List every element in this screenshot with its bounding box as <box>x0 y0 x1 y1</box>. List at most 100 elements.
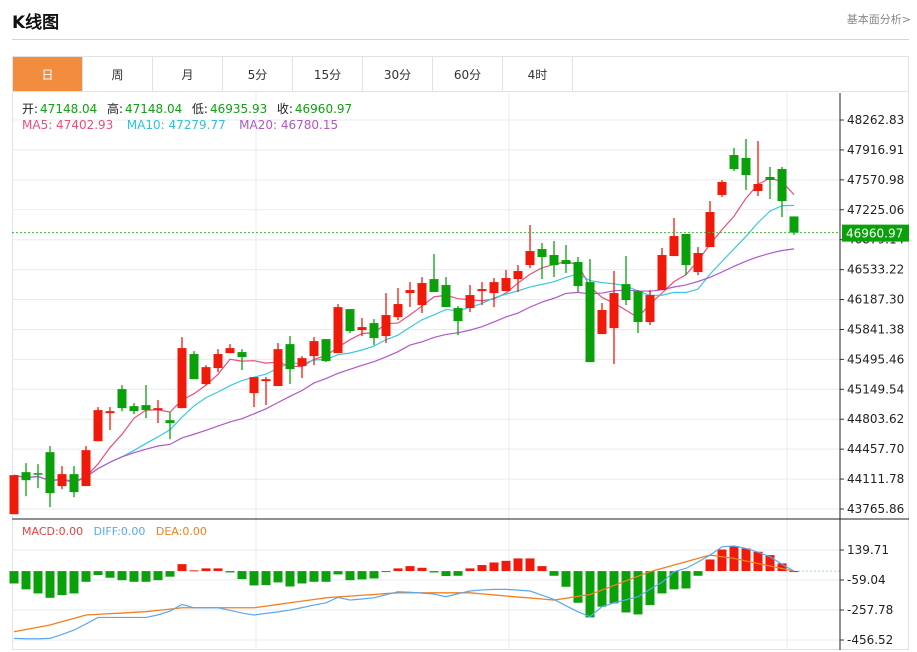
candle-body <box>537 249 547 258</box>
candle <box>369 319 379 346</box>
price-tick-label: 45149.54 <box>847 382 904 396</box>
macd-value: MACD:0.00 <box>22 525 84 538</box>
macd-bar <box>105 571 115 578</box>
candle-body <box>465 295 475 309</box>
macd-bar <box>429 571 439 573</box>
candle-body <box>369 323 379 339</box>
macd-bar <box>213 568 223 572</box>
macd-bar <box>273 571 283 583</box>
candle <box>225 344 235 354</box>
candle-body <box>249 377 259 394</box>
macd-bar <box>309 571 319 582</box>
macd-bar <box>477 565 487 572</box>
candle <box>657 248 667 291</box>
candle <box>669 217 679 257</box>
macd-bar <box>345 571 355 581</box>
candle-body <box>285 344 295 370</box>
candle <box>765 166 775 200</box>
macd-bar <box>621 571 631 613</box>
candle <box>621 256 631 306</box>
macd-bar <box>333 571 343 575</box>
candle-body <box>585 282 595 363</box>
macd-bar <box>705 559 715 572</box>
candle <box>753 141 763 197</box>
price-tick-label: 47225.06 <box>847 203 904 217</box>
ma5-line <box>13 177 795 484</box>
candle <box>21 463 31 497</box>
candle-body <box>501 278 511 292</box>
candle-body <box>705 212 715 248</box>
candle <box>597 303 607 335</box>
macd-bar <box>189 570 199 572</box>
candle <box>177 337 187 409</box>
candle-body <box>45 452 55 494</box>
macd-tick-label: 139.71 <box>847 543 889 557</box>
candle <box>585 259 595 363</box>
candle-body <box>489 282 499 294</box>
candle-body <box>573 262 583 287</box>
macd-bar <box>465 568 475 572</box>
candle-body <box>309 341 319 357</box>
close-label: 收: <box>276 102 293 116</box>
candle-body <box>453 308 463 322</box>
macd-bar <box>297 571 307 584</box>
last-price-label: 46960.97 <box>846 227 903 241</box>
macd-bar <box>33 571 43 594</box>
candle <box>729 148 739 172</box>
macd-bar <box>405 566 415 572</box>
ma20-value: MA20: 46780.15 <box>239 118 339 132</box>
candle <box>165 412 175 440</box>
candle <box>393 288 403 321</box>
candle-body <box>93 410 103 442</box>
low-label: 低: <box>191 102 208 116</box>
macd-bar <box>225 571 235 573</box>
candle <box>513 265 523 293</box>
candle <box>573 257 583 293</box>
candle-body <box>729 155 739 170</box>
macd-bar <box>129 571 139 582</box>
candle <box>45 446 55 508</box>
candle <box>789 216 799 235</box>
ma-info: MA5: 47402.93 MA10: 47279.77 MA20: 46780… <box>22 118 340 132</box>
candle-body <box>561 260 571 265</box>
macd-tick-label: -456.52 <box>847 633 893 647</box>
open-label: 开: <box>22 102 39 116</box>
macd-bar <box>513 558 523 572</box>
kline-chart[interactable]: 48262.8347916.9147570.9847225.0646879.14… <box>0 0 917 652</box>
candle <box>645 290 655 326</box>
candle-body <box>633 291 643 323</box>
candle <box>345 309 355 334</box>
macd-bar <box>453 571 463 576</box>
macd-bar <box>321 571 331 582</box>
candle-body <box>597 310 607 335</box>
candle <box>285 336 295 385</box>
macd-bar <box>261 571 271 586</box>
close-value: 46960.97 <box>294 102 353 116</box>
macd-bar <box>57 571 67 596</box>
candle-body <box>345 309 355 332</box>
price-tick-label: 47570.98 <box>847 173 904 187</box>
candle-body <box>177 348 187 409</box>
macd-info: MACD:0.00 DIFF:0.00 DEA:0.00 <box>22 525 207 538</box>
candle <box>561 245 571 274</box>
candle-body <box>117 389 127 409</box>
candle <box>213 349 223 373</box>
candle <box>741 139 751 190</box>
candle-body <box>429 279 439 293</box>
candle-body <box>141 405 151 411</box>
macd-bar <box>789 571 799 573</box>
macd-bar <box>561 571 571 587</box>
candle-body <box>57 474 67 487</box>
macd-bar <box>141 571 151 582</box>
candle <box>201 365 211 386</box>
macd-bar <box>717 549 727 572</box>
candle <box>489 278 499 308</box>
diff-line <box>13 545 795 640</box>
candle <box>273 343 283 387</box>
high-value: 47148.04 <box>125 102 183 116</box>
high-label: 高: <box>106 102 123 116</box>
candle-body <box>189 354 199 380</box>
candle-body <box>357 327 367 331</box>
candle-body <box>153 408 163 411</box>
candle-body <box>105 411 115 414</box>
